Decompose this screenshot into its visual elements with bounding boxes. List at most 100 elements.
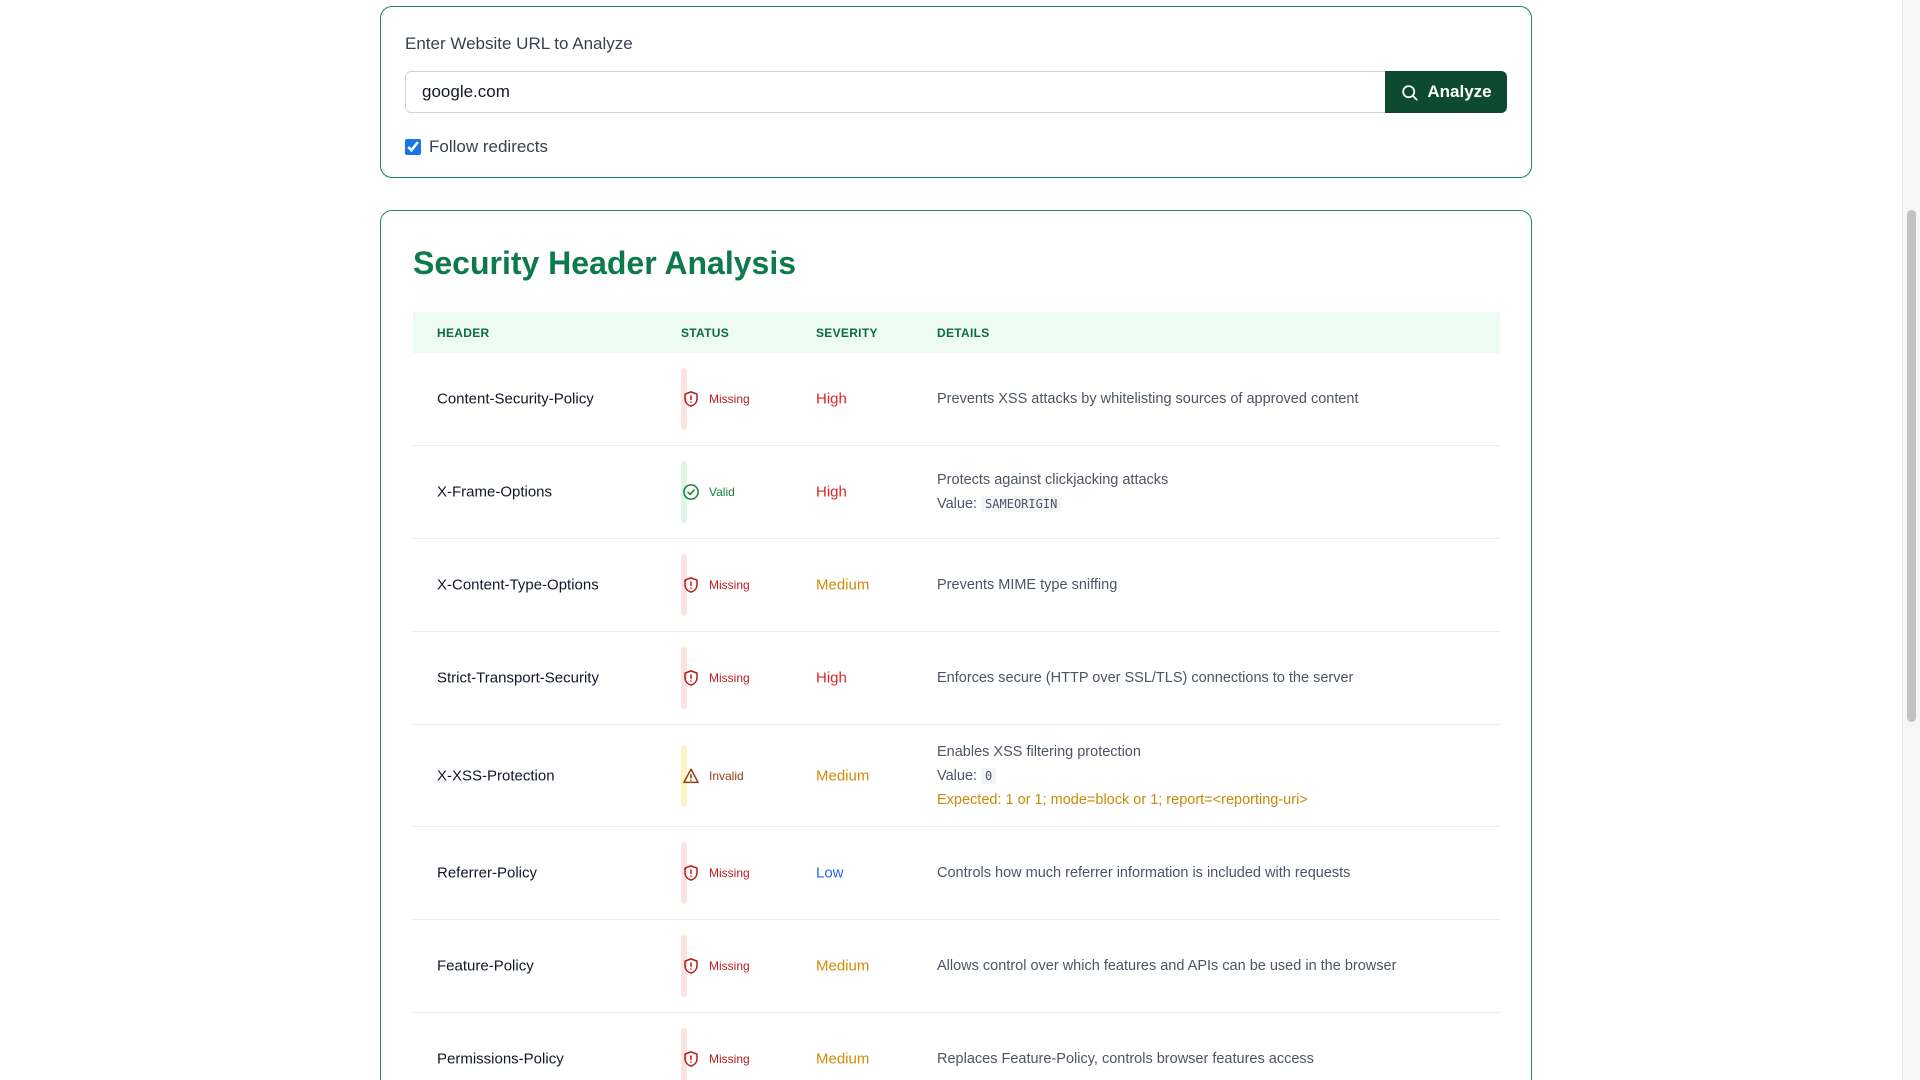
page-scrollbar[interactable] [1902, 0, 1920, 1080]
header-name: X-Content-Type-Options [437, 576, 599, 594]
severity-label: Medium [816, 767, 870, 784]
table-row: X-Content-Type-Options Missing Medium Preve… [413, 539, 1500, 632]
page-title: Security Header Analysis [413, 245, 796, 281]
shield-alert-icon [684, 865, 698, 881]
status-text: Missing [709, 671, 750, 685]
details-text: Prevents MIME type sniffing [937, 577, 1118, 593]
status-badge: Missing [681, 935, 750, 997]
follow-redirects-label[interactable]: Follow redirects [429, 137, 548, 157]
status-badge: Missing [681, 842, 750, 904]
severity-label: High [816, 483, 847, 501]
header-name: Feature-Policy [437, 957, 534, 975]
status-icon-wrap [682, 669, 700, 687]
severity-label: Medium [816, 957, 870, 975]
status-icon-wrap [682, 576, 700, 594]
details-cell: Allows control over which features and A… [937, 954, 1396, 978]
url-input-card: Enter Website URL to Analyze Analyze Fol… [380, 6, 1532, 178]
details-text: Enforces secure (HTTP over SSL/TLS) conn… [937, 670, 1354, 686]
status-badge: Missing [681, 368, 750, 430]
table-row: Permissions-Policy Missing Medium Replaces … [413, 1013, 1500, 1080]
severity-label: Low [816, 864, 844, 882]
header-name: Content-Security-Policy [437, 390, 594, 408]
analyze-button-label: Analyze [1427, 82, 1492, 101]
severity-label: High [816, 390, 847, 408]
table-row: X-XSS-Protection Invalid Medium Enables XSS… [413, 725, 1500, 827]
security-headers-table: HEADER STATUS SEVERITY DETAILS Content-S… [413, 312, 1500, 1080]
column-header-details: DETAILS [937, 326, 990, 340]
status-icon-wrap [682, 390, 700, 408]
status-text: Missing [709, 866, 750, 880]
status-icon-wrap [682, 767, 700, 785]
warning-triangle-icon [683, 768, 699, 783]
details-cell: Replaces Feature-Policy, controls browse… [937, 1047, 1314, 1071]
status-icon-wrap [682, 864, 700, 882]
details-cell: Prevents XSS attacks by whitelisting sou… [937, 387, 1359, 411]
check-circle-icon [683, 484, 699, 500]
search-icon [1402, 84, 1418, 100]
status-text: Missing [709, 578, 750, 592]
shield-alert-icon [684, 577, 698, 593]
details-cell: Enables XSS filtering protection Value: 0 E… [937, 740, 1308, 812]
severity-label: High [816, 669, 847, 687]
table-row: X-Frame-Options Valid High Protects against… [413, 446, 1500, 539]
shield-alert-icon [684, 958, 698, 974]
value-label: Value: [937, 496, 978, 512]
status-badge: Missing [681, 1028, 750, 1080]
details-text: Prevents XSS attacks by whitelisting sou… [937, 391, 1359, 407]
details-text: Replaces Feature-Policy, controls browse… [937, 1051, 1314, 1067]
status-badge: Valid [681, 461, 735, 523]
table-body: Content-Security-Policy Missing High Preven… [413, 353, 1500, 1080]
status-text: Invalid [709, 768, 744, 783]
status-text: Missing [709, 959, 750, 973]
status-badge: Missing [681, 647, 750, 709]
table-row: Feature-Policy Missing Medium Allows contro… [413, 920, 1500, 1013]
status-badge: Missing [681, 554, 750, 616]
details-text: Protects against clickjacking attacks [937, 472, 1169, 488]
details-text: Controls how much referrer information i… [937, 865, 1351, 881]
table-row: Strict-Transport-Security Missing High Enfo… [413, 632, 1500, 725]
status-badge: Invalid [681, 744, 744, 807]
details-value-line: Value: SAMEORIGIN [937, 492, 1168, 516]
follow-redirects-checkbox[interactable] [405, 139, 421, 155]
table-header-row: HEADER STATUS SEVERITY DETAILS [413, 312, 1500, 353]
details-value-line: Value: 0 [937, 764, 1308, 788]
status-icon-wrap [682, 483, 700, 501]
security-header-analysis-card: Security Header Analysis HEADER STATUS S… [380, 210, 1532, 1080]
table-row: Referrer-Policy Missing Low Controls how mu… [413, 827, 1500, 920]
column-header-status: STATUS [681, 326, 730, 340]
header-name: Strict-Transport-Security [437, 669, 599, 687]
analyze-button[interactable]: Analyze [1385, 71, 1507, 113]
column-header-severity: SEVERITY [816, 326, 878, 340]
details-cell: Protects against clickjacking attacks Val… [937, 468, 1168, 516]
url-label: Enter Website URL to Analyze [405, 34, 633, 53]
url-input[interactable] [405, 71, 1385, 113]
table-row: Content-Security-Policy Missing High Preven… [413, 353, 1500, 446]
header-name: X-Frame-Options [437, 483, 553, 501]
url-row: Analyze [405, 71, 1507, 113]
header-value: SAMEORIGIN [981, 496, 1062, 512]
details-cell: Prevents MIME type sniffing [937, 573, 1117, 597]
status-icon-wrap [682, 957, 700, 975]
details-cell: Enforces secure (HTTP over SSL/TLS) conn… [937, 666, 1353, 690]
header-name: X-XSS-Protection [437, 767, 555, 784]
column-header-header: HEADER [437, 326, 490, 340]
follow-redirects-row: Follow redirects [405, 137, 548, 157]
expected-value: Expected: 1 or 1; mode=block or 1; repor… [937, 791, 1308, 808]
status-text: Missing [709, 1052, 750, 1066]
severity-label: Medium [816, 576, 870, 594]
status-text: Missing [709, 392, 750, 406]
value-label: Value: [937, 767, 978, 784]
details-cell: Controls how much referrer information i… [937, 861, 1350, 885]
scrollbar-thumb[interactable] [1907, 210, 1916, 722]
status-icon-wrap [682, 1050, 700, 1068]
header-name: Permissions-Policy [437, 1050, 564, 1068]
shield-alert-icon [684, 1051, 698, 1067]
header-name: Referrer-Policy [437, 864, 538, 882]
shield-alert-icon [684, 391, 698, 407]
severity-label: Medium [816, 1050, 870, 1068]
status-text: Valid [709, 485, 735, 499]
details-text: Allows control over which features and A… [937, 958, 1397, 974]
header-value: 0 [981, 767, 997, 784]
details-text: Enables XSS filtering protection [937, 743, 1141, 760]
shield-alert-icon [684, 670, 698, 686]
